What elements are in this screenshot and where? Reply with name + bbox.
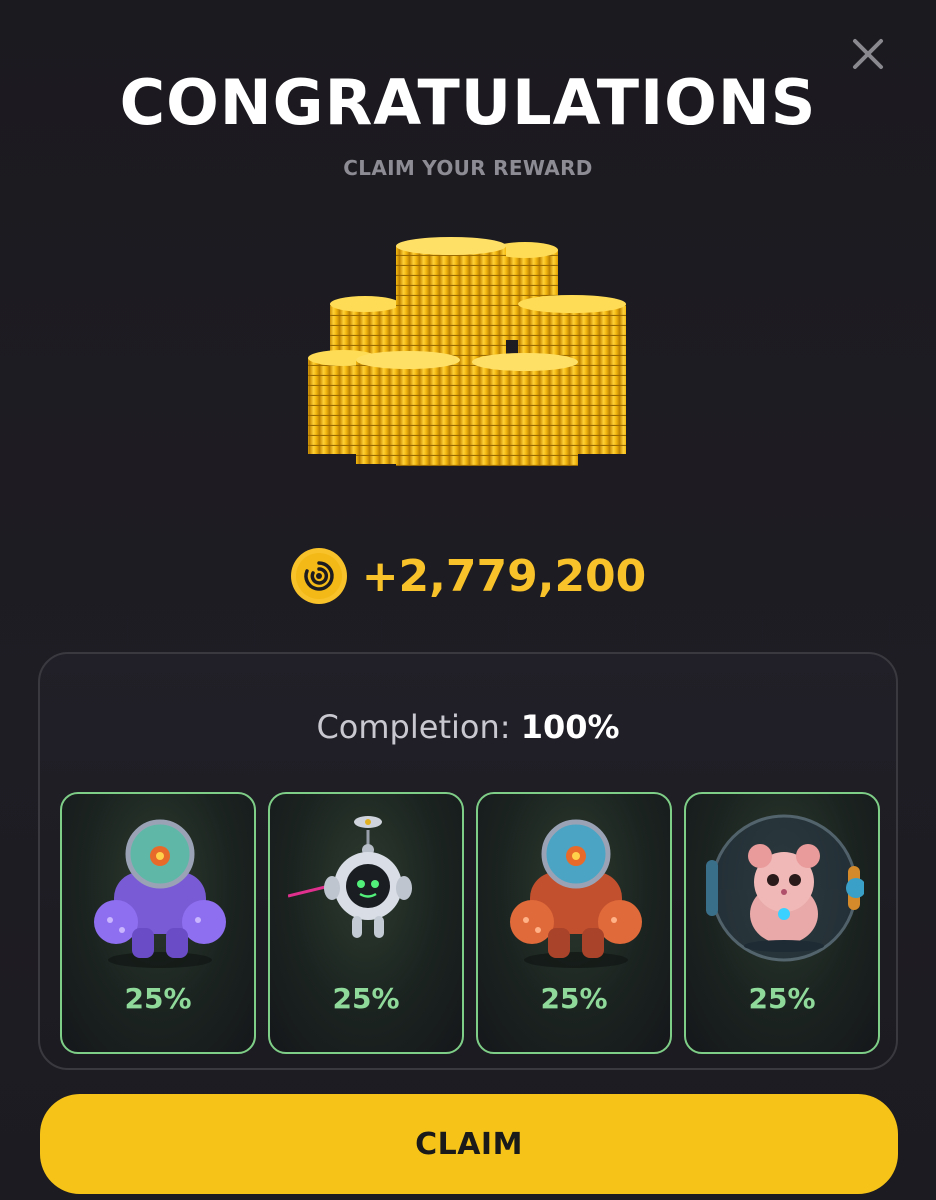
reward-cards: 25% 25% 25% 25% [60,792,880,1054]
coin-stacks-image [308,237,626,466]
completion-value: 100% [520,708,620,746]
modal-title: CONGRATULATIONS [119,66,817,139]
card-percent: 25% [748,982,816,1015]
claim-button[interactable]: CLAIM [40,1094,898,1194]
completion-panel: Completion: 100% 25% 25% 25% 25% [38,652,898,1070]
claim-button-label: CLAIM [415,1126,523,1162]
card-robot-drone[interactable]: 25% [268,792,464,1054]
completion-label: Completion: [316,708,511,746]
reward-modal: CONGRATULATIONS CLAIM YOUR REWARD +2,779… [0,0,936,1200]
completion-line: Completion: 100% [40,708,896,746]
card-purple-mech[interactable]: 25% [60,792,256,1054]
card-orange-mech[interactable]: 25% [476,792,672,1054]
reward-amount: +2,779,200 [361,550,647,602]
card-percent: 25% [540,982,608,1015]
orange-mech-suit-image [510,819,642,968]
purple-mech-suit-image [94,819,226,968]
reward-amount-row: +2,779,200 [0,544,936,608]
modal-subtitle: CLAIM YOUR REWARD [343,156,593,180]
card-percent: 25% [332,982,400,1015]
card-hamster-ball[interactable]: 25% [684,792,880,1054]
hamster-in-ball-image [706,814,864,962]
robot-drone-image [288,816,412,938]
hamster-coin-icon [290,548,347,604]
card-percent: 25% [124,982,192,1015]
